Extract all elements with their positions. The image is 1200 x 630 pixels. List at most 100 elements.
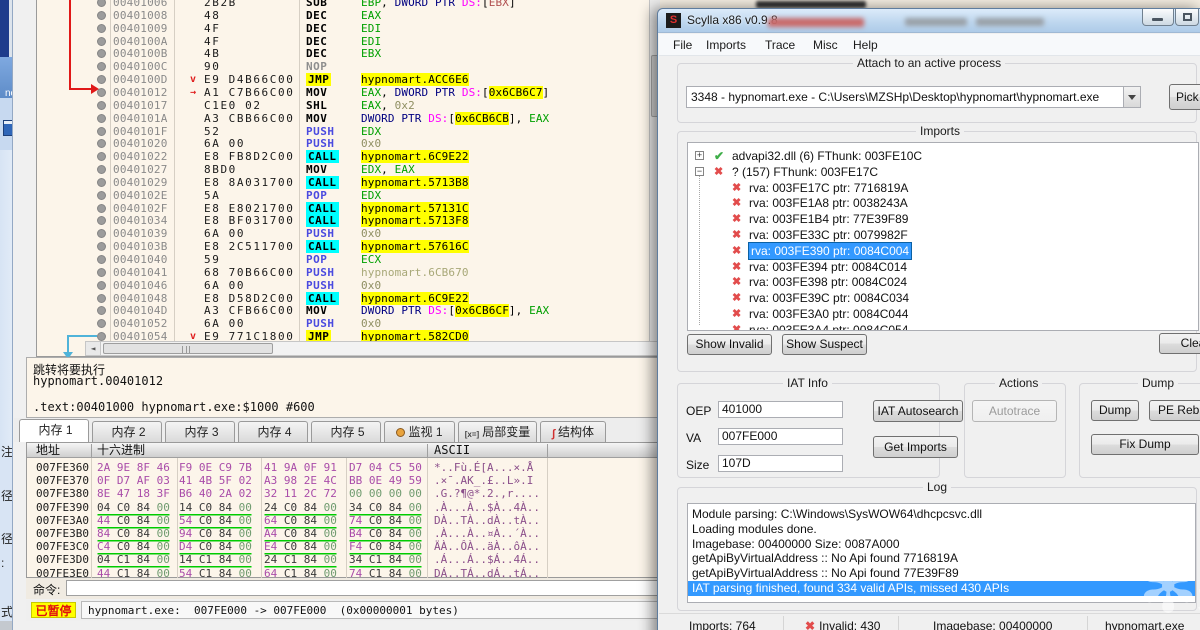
- collapse-icon[interactable]: −: [695, 166, 704, 176]
- disasm-row[interactable]: 0040100C 90 NOP: [37, 60, 660, 73]
- command-input[interactable]: [66, 580, 666, 596]
- tree-row[interactable]: ✖ rva: 003FE33C ptr: 0079982F: [688, 227, 1198, 243]
- hex-dump-row[interactable]: 007FE3B0 84 C0 84 00 94 C0 84 00 A4 C0 84 0…: [27, 527, 671, 540]
- disasm-row[interactable]: 0040102E 5A POP EDX: [37, 189, 660, 202]
- breakpoint-dot[interactable]: [97, 242, 106, 252]
- breakpoint-dot[interactable]: [97, 306, 106, 316]
- tab-memory-4[interactable]: 内存 4: [238, 421, 308, 442]
- breakpoint-dot[interactable]: [97, 177, 106, 187]
- breakpoint-dot[interactable]: [97, 139, 106, 149]
- imports-tree[interactable]: + ✔ advapi32.dll (6) FThunk: 003FE10C − ✖? (…: [687, 142, 1199, 331]
- breakpoint-dot[interactable]: [97, 126, 106, 136]
- menu-item-imports[interactable]: Imports: [700, 34, 752, 56]
- disasm-row[interactable]: 0040104D A3 CFB66C00 MOV DWORD PTR DS:[0x6C…: [37, 304, 660, 318]
- disasm-row[interactable]: 00401034 E8 BF031700 CALL hypnomart.5713F8: [37, 214, 660, 228]
- scrollbar-thumb[interactable]: [103, 343, 273, 354]
- tree-row[interactable]: ✖ rva: 003FE390 ptr: 0084C004: [688, 241, 1198, 260]
- breakpoint-dot[interactable]: [97, 49, 106, 59]
- disasm-row[interactable]: 0040103B E8 2C511700 CALL hypnomart.57616C: [37, 240, 660, 254]
- breakpoint-dot[interactable]: [97, 165, 106, 175]
- hex-dump-row[interactable]: 007FE370 0F D7 AF 03 41 4B 5F 02 A3 98 2E 4…: [27, 474, 671, 487]
- breakpoint-dot[interactable]: [97, 100, 106, 110]
- breakpoint-dot[interactable]: [97, 75, 106, 85]
- log-line[interactable]: getApiByVirtualAddress :: No Api found 7…: [688, 566, 1195, 581]
- log-line[interactable]: IAT parsing finished, found 334 valid AP…: [688, 581, 1195, 596]
- breakpoint-dot[interactable]: [97, 280, 106, 290]
- tab-memory-5[interactable]: 内存 5: [311, 421, 381, 442]
- breakpoint-dot[interactable]: [97, 203, 106, 213]
- menu-item-trace[interactable]: Trace: [759, 34, 801, 56]
- tab-memory-3[interactable]: 内存 3: [165, 421, 235, 442]
- breakpoint-dot[interactable]: [97, 152, 106, 162]
- disasm-row[interactable]: 00401008 48 DEC EAX: [37, 9, 660, 22]
- menu-item-misc[interactable]: Misc: [807, 34, 844, 56]
- disasm-row[interactable]: 0040100D v E9 D4B66C00 JMP hypnomart.ACC6E6: [37, 73, 660, 87]
- disasm-row[interactable]: 0040101A A3 CBB66C00 MOV DWORD PTR DS:[0x6C…: [37, 111, 660, 125]
- disassembly-hscrollbar[interactable]: ◄: [85, 341, 661, 356]
- tree-row[interactable]: + ✔ advapi32.dll (6) FThunk: 003FE10C: [688, 148, 1198, 164]
- minimize-button[interactable]: [1142, 9, 1174, 26]
- tree-row[interactable]: ✖ rva: 003FE39C ptr: 0084C034: [688, 290, 1198, 306]
- iat-field-value-va[interactable]: 007FE000: [718, 428, 843, 445]
- tree-row[interactable]: ✖ rva: 003FE1B4 ptr: 77E39F89: [688, 211, 1198, 227]
- breakpoint-dot[interactable]: [97, 319, 106, 329]
- disasm-row[interactable]: 00401041 68 70B66C00 PUSH hypnomart.6CB670: [37, 266, 660, 279]
- hex-dump-row[interactable]: 007FE360 2A 9E 8F 46 F9 0E C9 7B 41 9A 0F 9…: [27, 461, 671, 474]
- disasm-row[interactable]: 00401039 6A 00 PUSH 0x0: [37, 227, 660, 240]
- disasm-row[interactable]: 0040100A 4F DEC EDI: [37, 35, 660, 48]
- tab-watch-6[interactable]: 监视 1: [384, 421, 455, 442]
- breakpoint-dot[interactable]: [97, 62, 106, 72]
- log-line[interactable]: Module parsing: C:\Windows\SysWOW64\dhcp…: [688, 507, 1195, 522]
- hex-dump-row[interactable]: 007FE3A0 44 C0 84 00 54 C0 84 00 64 C0 84 0…: [27, 514, 671, 527]
- fix-dump-button[interactable]: Fix Dump: [1091, 434, 1199, 455]
- disasm-row[interactable]: 00401012 → A1 C7B66C00 MOV EAX, DWORD PTR DS…: [37, 85, 660, 99]
- process-combobox[interactable]: 3348 - hypnomart.exe - C:\Users\MZSHp\De…: [686, 86, 1141, 108]
- maximize-button[interactable]: [1175, 9, 1199, 26]
- disasm-row[interactable]: 00401009 4F DEC EDI: [37, 22, 660, 35]
- log-line[interactable]: Loading modules done.: [688, 522, 1195, 537]
- disasm-row[interactable]: 0040102F E8 E8021700 CALL hypnomart.57131C: [37, 201, 660, 215]
- breakpoint-dot[interactable]: [97, 293, 106, 303]
- breakpoint-dot[interactable]: [97, 10, 106, 20]
- breakpoint-dot[interactable]: [97, 332, 106, 341]
- disasm-row[interactable]: 00401048 E8 D58D2C00 CALL hypnomart.6C9E22: [37, 291, 660, 305]
- breakpoint-dot[interactable]: [97, 36, 106, 46]
- disasm-row[interactable]: 00401022 E8 FB8D2C00 CALL hypnomart.6C9E22: [37, 150, 660, 164]
- disasm-row[interactable]: 00401020 6A 00 PUSH 0x0: [37, 137, 660, 150]
- tree-row[interactable]: ✖ rva: 003FE17C ptr: 7716819A: [688, 180, 1198, 196]
- disasm-row[interactable]: 00401017 C1E0 02 SHL EAX, 0x2: [37, 99, 660, 112]
- hex-dump-row[interactable]: 007FE3C0 C4 C0 84 00 D4 C0 84 00 E4 C0 84 0…: [27, 540, 671, 553]
- breakpoint-dot[interactable]: [97, 23, 106, 33]
- breakpoint-dot[interactable]: [97, 216, 106, 226]
- tree-row[interactable]: − ✖ ? (157) FThunk: 003FE17C: [688, 164, 1198, 180]
- tree-row[interactable]: ✖ rva: 003FE3A0 ptr: 0084C044: [688, 306, 1198, 322]
- title-bar[interactable]: S Scylla x86 v0.9.8: [658, 9, 1200, 33]
- tab-memory-2[interactable]: 内存 2: [92, 421, 162, 442]
- disasm-row[interactable]: 0040101F 52 PUSH EDX: [37, 125, 660, 138]
- iat-autosearch-button[interactable]: IAT Autosearch: [873, 400, 963, 422]
- tab-locals-7[interactable]: [x=] 局部变量: [458, 421, 537, 442]
- tab-memory-1[interactable]: 内存 1: [19, 419, 89, 442]
- iat-field-value-size[interactable]: 107D: [718, 455, 843, 472]
- tree-row[interactable]: ✖ rva: 003FE3A4 ptr: 0084C054: [688, 322, 1198, 330]
- hex-dump-row[interactable]: 007FE3D0 04 C1 84 00 14 C1 84 00 24 C1 84 0…: [27, 553, 671, 566]
- tab-struct-8[interactable]: ∫ 结构体: [540, 421, 606, 442]
- hex-dump-row[interactable]: 007FE390 04 C0 84 00 14 C0 84 00 24 C0 84 0…: [27, 501, 671, 514]
- disasm-row[interactable]: 00401040 59 POP ECX: [37, 253, 660, 266]
- expand-icon[interactable]: +: [695, 151, 704, 160]
- menu-item-file[interactable]: File: [667, 34, 698, 56]
- clear-button[interactable]: Clear: [1159, 333, 1200, 354]
- iat-field-value-oep[interactable]: 401000: [718, 401, 843, 418]
- disasm-row[interactable]: 00401046 6A 00 PUSH 0x0: [37, 279, 660, 292]
- show-invalid-button[interactable]: Show Invalid: [687, 334, 772, 355]
- pick-dll-button[interactable]: Pick DLL: [1169, 84, 1200, 110]
- tree-row[interactable]: ✖ rva: 003FE394 ptr: 0084C014: [688, 259, 1198, 275]
- disasm-row[interactable]: 00401006 2B2B SUB EBP, DWORD PTR DS:[EBX]: [37, 0, 660, 9]
- hex-dump-panel[interactable]: 地址 十六进制 ASCII 007FE360 2A 9E 8F 46 F9 0E C…: [26, 442, 672, 580]
- breakpoint-dot[interactable]: [97, 190, 106, 200]
- show-suspect-button[interactable]: Show Suspect: [782, 334, 867, 355]
- disasm-row[interactable]: 00401054 v E9 771C1800 JMP hypnomart.582CD0: [37, 330, 660, 341]
- tree-row[interactable]: ✖ rva: 003FE1A8 ptr: 0038243A: [688, 195, 1198, 211]
- log-line[interactable]: getApiByVirtualAddress :: No Api found 7…: [688, 551, 1195, 566]
- pe-rebuild-button[interactable]: PE Rebuild: [1149, 400, 1200, 421]
